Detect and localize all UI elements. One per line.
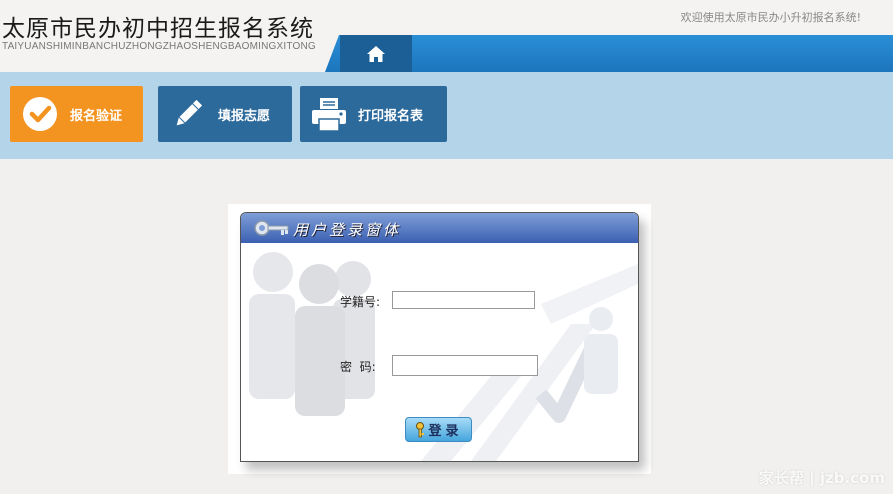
login-button[interactable]: 登录 (405, 417, 472, 442)
home-icon (367, 45, 385, 62)
student-id-label: 学籍号: (340, 295, 381, 309)
key-icon (416, 421, 425, 437)
welcome-text: 欢迎使用太原市民办小升初报名系统! (680, 11, 861, 24)
login-button-label: 登录 (428, 424, 463, 439)
login-header: 用户登录窗体 (241, 213, 638, 243)
nav-print-button[interactable]: 打印报名表 (300, 86, 447, 142)
login-window: 用户登录窗体 学籍号: 密 码: 登录 (240, 212, 639, 462)
nav-preference-label: 填报志愿 (218, 108, 271, 124)
home-button[interactable] (340, 35, 412, 72)
app-title: 太原市民办初中招生报名系统 (2, 16, 314, 42)
checkmark-circle-icon (10, 96, 70, 132)
student-id-input[interactable] (392, 291, 535, 309)
login-title: 用户登录窗体 (293, 221, 402, 239)
pencil-icon (158, 96, 218, 132)
keys-icon (254, 220, 289, 236)
nav-preference-button[interactable]: 填报志愿 (158, 86, 292, 142)
password-input[interactable] (392, 355, 538, 376)
app-header: 太原市民办初中招生报名系统 TAIYUANSHIMINBANCHUZHONGZH… (0, 0, 893, 72)
app-subtitle: TAIYUANSHIMINBANCHUZHONGZHAOSHENGBAOMING… (2, 41, 316, 52)
printer-icon (300, 95, 358, 133)
nav-verify-button[interactable]: 报名验证 (10, 86, 143, 142)
watermark: 家长帮 | jzb.com (758, 469, 885, 487)
password-label: 密 码: (340, 360, 376, 374)
login-body: 学籍号: 密 码: 登录 (241, 244, 638, 461)
nav-print-label: 打印报名表 (358, 108, 424, 124)
nav-verify-label: 报名验证 (70, 108, 123, 124)
